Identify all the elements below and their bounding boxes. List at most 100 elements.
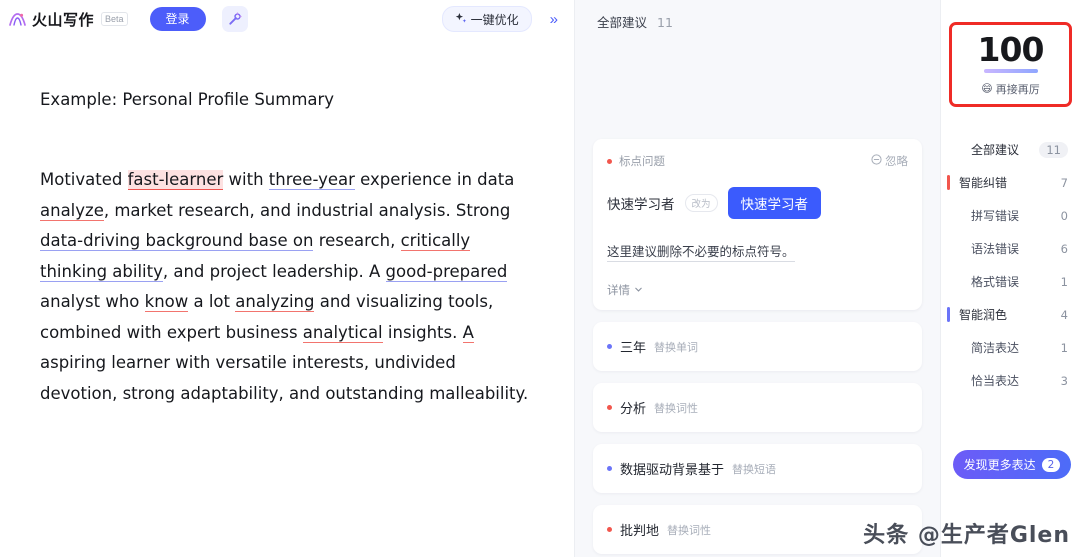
category-count: 7 bbox=[1060, 175, 1068, 190]
doc-text: , market research, and industrial analys… bbox=[103, 200, 511, 220]
suggestion-category: 标点问题 bbox=[607, 153, 665, 169]
doc-flagged-text[interactable]: data-driving background base on bbox=[40, 231, 314, 251]
doc-flagged-text[interactable]: analyzing bbox=[235, 292, 315, 312]
doc-text: analyst who bbox=[40, 292, 145, 311]
doc-flagged-text[interactable]: analytical bbox=[302, 322, 383, 343]
suggestion-card-active[interactable]: 标点问题 忽略 快速学习者 改为 快速学习者 这里建议删除不必要的标点符号。 详… bbox=[593, 139, 922, 310]
doc-flagged-text[interactable]: three-year bbox=[268, 170, 355, 190]
volcano-logo-icon bbox=[8, 10, 27, 29]
login-button[interactable]: 登录 bbox=[149, 7, 206, 31]
doc-text: with bbox=[223, 170, 269, 189]
doc-flagged-text[interactable]: fast-learner bbox=[127, 170, 224, 190]
suggestions-pane: 全部建议 11 标点问题 忽略 快速学习者 改为 快速学习者 这里建议删除不必要… bbox=[575, 0, 940, 557]
doc-flagged-text[interactable]: know bbox=[144, 292, 189, 312]
suggestion-category-label: 标点问题 bbox=[619, 154, 665, 168]
category-label: 恰当表达 bbox=[971, 374, 1020, 388]
doc-text: research, bbox=[313, 231, 401, 250]
category-row-全部建议[interactable]: 全部建议 11 bbox=[941, 133, 1080, 166]
category-list: 全部建议 11 智能纠错 7 拼写错误 0 语法错误 6 格式错误 1 智能润色 4 简洁表达 1 恰当表达… bbox=[941, 133, 1080, 397]
doc-text: insights. bbox=[382, 322, 463, 342]
suggestions-header-label: 全部建议 bbox=[597, 15, 648, 30]
category-count: 0 bbox=[1060, 208, 1068, 223]
discover-more-badge: 2 bbox=[1041, 457, 1061, 472]
document-paragraph[interactable]: Motivated fast-learner with three-year e… bbox=[40, 165, 534, 409]
doc-text: , and project leadership. A bbox=[162, 261, 386, 281]
app-root: 火山写作 Beta 登录 一键优化 » Example: Personal Pr… bbox=[0, 0, 1080, 557]
ignore-label: 忽略 bbox=[885, 154, 908, 168]
category-label: 格式错误 bbox=[971, 275, 1020, 289]
magic-wand-icon[interactable] bbox=[221, 6, 248, 32]
detail-label: 详情 bbox=[607, 283, 630, 297]
minus-circle-icon bbox=[871, 154, 882, 168]
suggestion-row-tag: 替换词性 bbox=[667, 523, 712, 537]
optimize-label: 一键优化 bbox=[470, 12, 519, 27]
ignore-button[interactable]: 忽略 bbox=[871, 153, 908, 169]
discover-more-label: 发现更多表达 bbox=[963, 458, 1036, 472]
category-count: 3 bbox=[1060, 373, 1068, 388]
category-dot-icon bbox=[607, 405, 612, 410]
watermark: 头条 @生产者Glen bbox=[863, 523, 1070, 548]
category-count: 1 bbox=[1060, 274, 1068, 289]
category-row-智能纠错[interactable]: 智能纠错 7 bbox=[941, 166, 1080, 199]
app-title: 火山写作 bbox=[32, 10, 95, 29]
doc-text: a lot bbox=[188, 292, 236, 311]
collapse-panel-icon[interactable]: » bbox=[540, 12, 564, 27]
suggestion-row[interactable]: 三年 替换单词 bbox=[593, 322, 922, 371]
apply-suggestion-button[interactable]: 快速学习者 bbox=[727, 187, 822, 219]
category-label: 智能纠错 bbox=[959, 176, 1008, 190]
suggestion-row-word: 批判地 bbox=[620, 524, 660, 539]
category-label: 智能润色 bbox=[959, 308, 1008, 322]
score-underline-decoration bbox=[983, 68, 1038, 73]
detail-toggle[interactable]: 详情 bbox=[607, 282, 908, 298]
category-dot-icon bbox=[607, 466, 612, 471]
suggestion-row[interactable]: 数据驱动背景基于 替换短语 bbox=[593, 444, 922, 493]
document-title: Example: Personal Profile Summary bbox=[40, 90, 335, 109]
suggestion-row-word: 分析 bbox=[620, 402, 647, 417]
score-box: 100 😄 再接再厉 bbox=[949, 22, 1072, 107]
sparkle-icon bbox=[455, 12, 467, 27]
doc-flagged-text[interactable]: analyze bbox=[40, 200, 104, 221]
suggestion-row-tag: 替换短语 bbox=[732, 462, 777, 476]
rewrite-row: 快速学习者 改为 快速学习者 bbox=[607, 187, 908, 219]
suggestion-explanation: 这里建议删除不必要的标点符号。 bbox=[607, 241, 795, 262]
category-row-简洁表达[interactable]: 简洁表达 1 bbox=[941, 331, 1080, 364]
category-accent-bar bbox=[947, 175, 950, 190]
discover-more-expressions-button[interactable]: 发现更多表达 2 bbox=[953, 450, 1071, 479]
category-label: 拼写错误 bbox=[971, 209, 1020, 223]
doc-flagged-text[interactable]: A bbox=[462, 322, 474, 343]
suggestion-row-word: 数据驱动背景基于 bbox=[620, 463, 725, 478]
category-row-语法错误[interactable]: 语法错误 6 bbox=[941, 232, 1080, 265]
score-sidebar: 100 😄 再接再厉 全部建议 11 智能纠错 7 拼写错误 0 语法错误 6 格式错误 1 智能润… bbox=[940, 0, 1080, 557]
category-dot-icon bbox=[607, 344, 612, 349]
category-row-格式错误[interactable]: 格式错误 1 bbox=[941, 265, 1080, 298]
top-toolbar: 火山写作 Beta 登录 一键优化 » bbox=[0, 0, 574, 38]
suggestion-card-header: 标点问题 忽略 bbox=[607, 153, 908, 169]
doc-flagged-text[interactable]: critically bbox=[400, 231, 471, 251]
change-to-pill: 改为 bbox=[684, 194, 718, 212]
suggestion-row-word: 三年 bbox=[620, 341, 647, 356]
document-body[interactable]: Example: Personal Profile Summary Motiva… bbox=[0, 38, 574, 409]
category-dot-icon bbox=[607, 527, 612, 532]
score-value: 100 bbox=[977, 29, 1045, 69]
doc-flagged-text[interactable]: thinking ability bbox=[40, 261, 163, 282]
one-click-optimize-button[interactable]: 一键优化 bbox=[441, 6, 532, 32]
suggestion-row-tag: 替换单词 bbox=[654, 340, 699, 354]
suggestions-list: 标点问题 忽略 快速学习者 改为 快速学习者 这里建议删除不必要的标点符号。 详… bbox=[575, 139, 940, 554]
doc-flagged-text[interactable]: good-prepared bbox=[385, 261, 508, 282]
category-label: 简洁表达 bbox=[971, 341, 1020, 355]
score-caption: 😄 再接再厉 bbox=[981, 81, 1039, 97]
category-label: 语法错误 bbox=[971, 242, 1020, 256]
suggestion-row[interactable]: 分析 替换词性 bbox=[593, 383, 922, 432]
suggestions-header: 全部建议 11 bbox=[575, 0, 940, 31]
score-caption-label: 再接再厉 bbox=[995, 82, 1040, 96]
original-word: 快速学习者 bbox=[607, 197, 675, 213]
suggestions-header-count: 11 bbox=[657, 15, 673, 30]
category-count: 6 bbox=[1060, 241, 1068, 256]
category-label: 全部建议 bbox=[971, 143, 1020, 157]
category-row-恰当表达[interactable]: 恰当表达 3 bbox=[941, 364, 1080, 397]
category-row-拼写错误[interactable]: 拼写错误 0 bbox=[941, 199, 1080, 232]
category-count: 1 bbox=[1060, 340, 1068, 355]
category-row-智能润色[interactable]: 智能润色 4 bbox=[941, 298, 1080, 331]
smiley-emoji-icon: 😄 bbox=[981, 82, 993, 95]
category-accent-bar bbox=[947, 307, 950, 322]
